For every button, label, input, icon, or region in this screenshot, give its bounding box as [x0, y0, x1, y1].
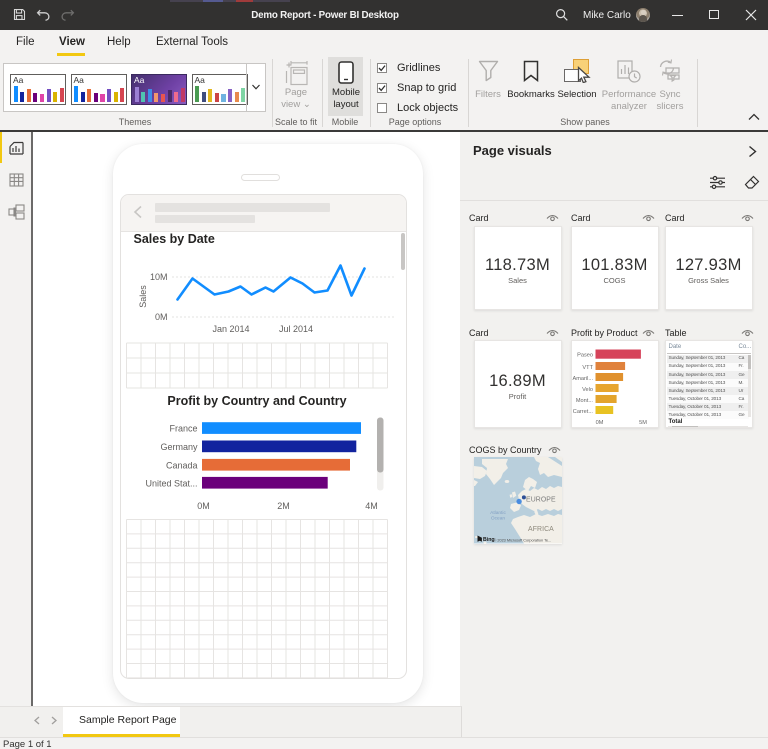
svg-text:4M: 4M: [365, 501, 378, 511]
svg-text:0M: 0M: [197, 501, 210, 511]
svg-text:Mont...: Mont...: [575, 398, 593, 404]
svg-text:Profit by Country and Country: Profit by Country and Country: [167, 394, 346, 408]
svg-text:Paseo: Paseo: [577, 353, 593, 359]
svg-text:Sales: Sales: [138, 284, 148, 307]
svg-text:France: France: [169, 423, 197, 433]
svg-text:Velo: Velo: [582, 387, 593, 393]
svg-text:Amaril...: Amaril...: [572, 376, 593, 382]
svg-text:© 2023 Microsoft Corporation: © 2023 Microsoft Corporation Te...: [493, 538, 551, 542]
svg-text:Jan 2014: Jan 2014: [212, 324, 249, 334]
svg-text:5M: 5M: [639, 420, 647, 426]
svg-text:Jul 2014: Jul 2014: [278, 324, 312, 334]
svg-text:Canada: Canada: [165, 460, 197, 470]
svg-text:VTT: VTT: [582, 365, 593, 371]
svg-text:0M: 0M: [595, 420, 603, 426]
svg-text:EUROPE: EUROPE: [526, 496, 556, 503]
svg-text:Germany: Germany: [160, 442, 198, 452]
svg-text:Ocean: Ocean: [490, 516, 504, 522]
svg-text:10M: 10M: [149, 272, 167, 282]
svg-text:Carret...: Carret...: [572, 409, 593, 415]
svg-text:AFRICA: AFRICA: [528, 526, 554, 533]
svg-text:Sales by Date: Sales by Date: [133, 233, 214, 246]
svg-text:United Stat...: United Stat...: [145, 478, 197, 488]
svg-text:Atlantic: Atlantic: [490, 510, 506, 516]
svg-text:2M: 2M: [277, 501, 290, 511]
svg-text:0M: 0M: [154, 312, 167, 322]
